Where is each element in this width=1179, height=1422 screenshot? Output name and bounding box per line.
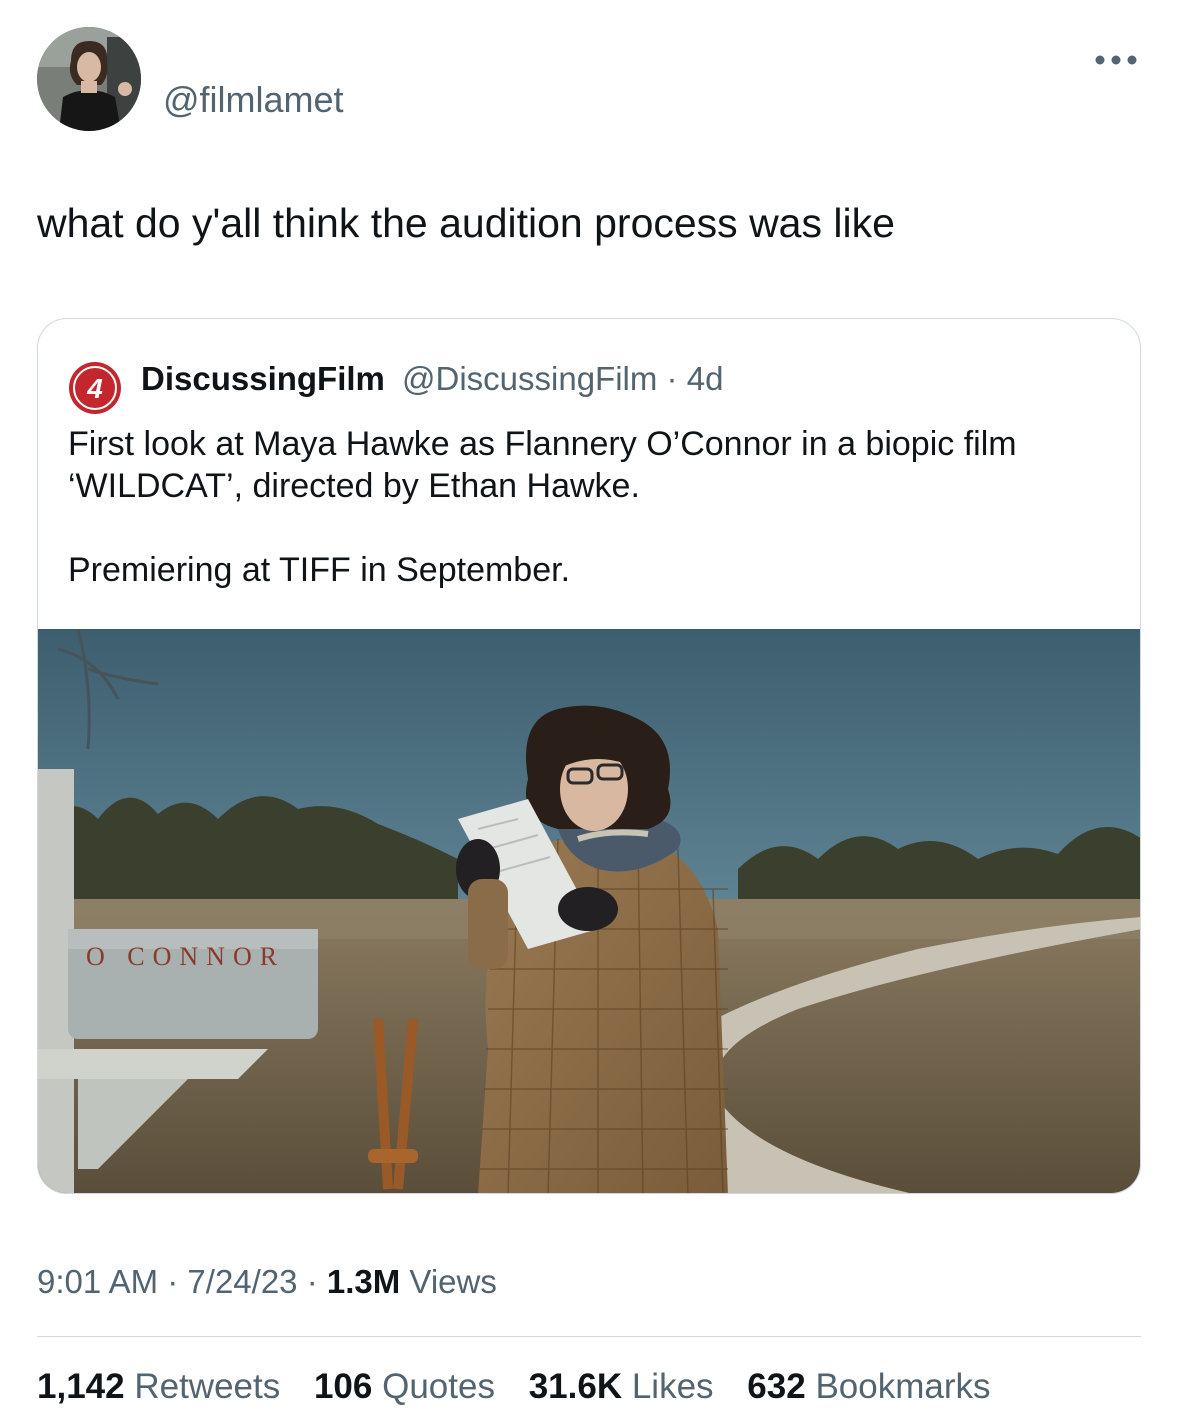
views-label: Views: [409, 1263, 497, 1300]
author-avatar[interactable]: [37, 27, 141, 131]
logo-text: 4: [86, 373, 103, 404]
divider: [37, 1336, 1141, 1337]
quoted-meta: @DiscussingFilm · 4d: [402, 359, 723, 399]
quotes-count: 106: [313, 1367, 373, 1406]
quoted-tweet-card[interactable]: 4 DiscussingFilm @DiscussingFilm · 4d Fi…: [37, 318, 1141, 1194]
quotes-label: Quotes: [382, 1367, 495, 1406]
bookmarks-label: Bookmarks: [815, 1367, 991, 1406]
tweet-timestamp: 9:01 AM · 7/24/23 · 1.3M Views: [37, 1262, 497, 1302]
meta-separator: ·: [306, 1263, 318, 1300]
quoted-author-handle[interactable]: @DiscussingFilm: [402, 360, 657, 397]
avatar-image: [37, 27, 141, 131]
more-dots-icon[interactable]: [1092, 50, 1140, 70]
quoted-author-name[interactable]: DiscussingFilm: [141, 359, 385, 399]
discussingfilm-logo-icon[interactable]: 4: [68, 361, 122, 415]
bookmarks-stat[interactable]: 632 Bookmarks: [747, 1366, 990, 1408]
bookmarks-count: 632: [747, 1367, 806, 1406]
tweet-date[interactable]: 7/24/23: [187, 1263, 297, 1300]
tweet-text: what do y'all think the audition process…: [37, 200, 895, 246]
engagement-stats: 1,142 Retweets 106 Quotes 31.6K Likes 63…: [37, 1366, 1015, 1408]
meta-separator: ·: [167, 1263, 179, 1300]
likes-stat[interactable]: 31.6K Likes: [529, 1366, 714, 1408]
quoted-age[interactable]: 4d: [687, 360, 724, 397]
quoted-text: First look at Maya Hawke as Flannery O’C…: [68, 423, 1108, 591]
retweets-stat[interactable]: 1,142 Retweets: [37, 1366, 280, 1408]
quoted-text-paragraph: Premiering at TIFF in September.: [68, 551, 571, 589]
likes-count: 31.6K: [528, 1367, 623, 1406]
mailbox-text: O CONNOR: [86, 942, 285, 971]
quotes-stat[interactable]: 106 Quotes: [314, 1366, 495, 1408]
tweet-time[interactable]: 9:01 AM: [37, 1263, 158, 1300]
quoted-media-image[interactable]: O CONNOR: [38, 628, 1140, 1193]
meta-separator: ·: [666, 360, 678, 397]
retweets-label: Retweets: [134, 1367, 281, 1406]
likes-label: Likes: [631, 1367, 714, 1406]
views-count: 1.3M: [326, 1263, 401, 1300]
author-handle[interactable]: @filmlamet: [163, 80, 344, 120]
retweets-count: 1,142: [37, 1367, 125, 1406]
quoted-text-paragraph: First look at Maya Hawke as Flannery O’C…: [68, 425, 1017, 505]
